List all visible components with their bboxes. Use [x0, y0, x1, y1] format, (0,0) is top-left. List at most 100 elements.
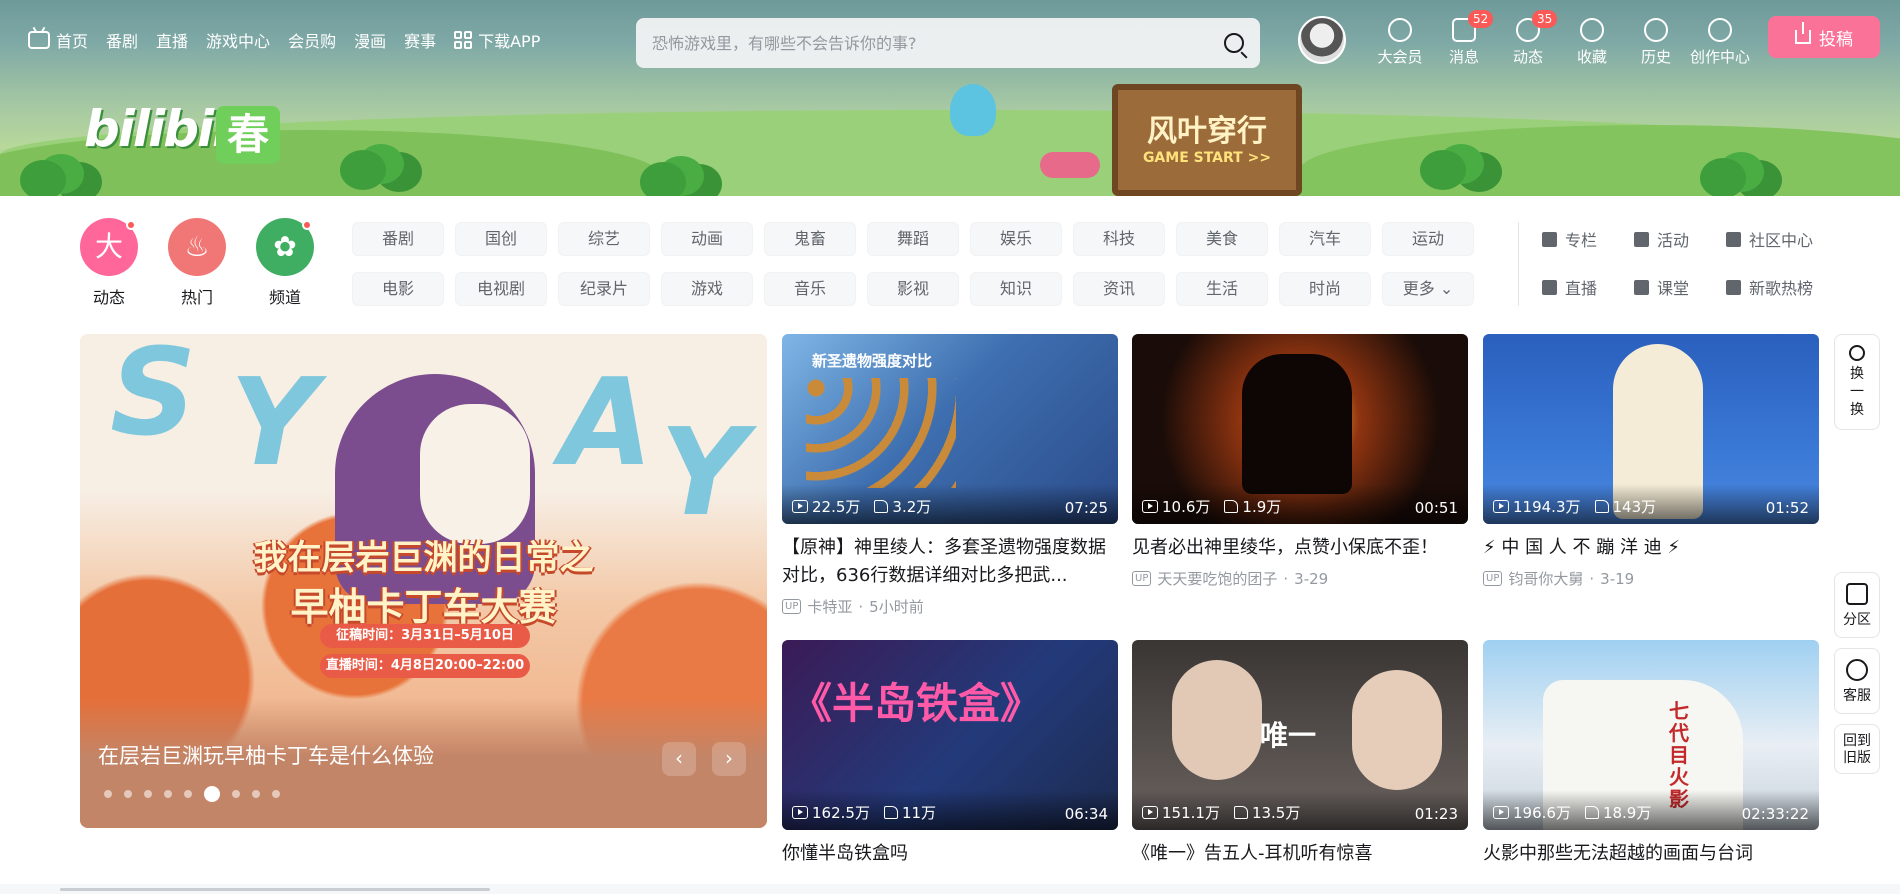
nav-home[interactable]: 首页 — [28, 28, 88, 52]
channel-tag[interactable]: 运动 — [1382, 222, 1474, 256]
channel-tag[interactable]: 动画 — [661, 222, 753, 256]
carousel-dot[interactable] — [184, 790, 192, 798]
carousel-dot[interactable] — [232, 790, 240, 798]
channel-channels[interactable]: ✿ 频道 — [256, 218, 314, 308]
link-live[interactable]: 直播 — [1542, 274, 1634, 300]
carousel-dot[interactable] — [144, 790, 152, 798]
channel-tag[interactable]: 娱乐 — [970, 222, 1062, 256]
channel-hot[interactable]: ♨ 热门 — [168, 218, 226, 308]
nav-messages[interactable]: 52 消息 — [1432, 10, 1496, 67]
thumbnail-graphic — [806, 378, 956, 488]
carousel-dot[interactable] — [204, 786, 220, 802]
carousel-next-button[interactable]: › — [712, 742, 746, 776]
channel-tag[interactable]: 电影 — [352, 272, 444, 306]
refresh-button[interactable]: 换一换 — [1834, 334, 1880, 430]
channel-tag[interactable]: 汽车 — [1279, 222, 1371, 256]
video-card[interactable]: 10.6万 1.9万 00:51 见者必出神里绫华，点赞小保底不歪！ UP 天天要… — [1132, 334, 1468, 589]
channel-tag[interactable]: 资讯 — [1073, 272, 1165, 306]
uploader-info[interactable]: UP 天天要吃饱的团子 · 3-29 — [1132, 568, 1468, 589]
channel-tag[interactable]: 音乐 — [764, 272, 856, 306]
more-channels-button[interactable]: 更多 ⌄ — [1382, 272, 1474, 306]
link-music-chart[interactable]: 新歌热榜 — [1726, 274, 1836, 300]
zone-button[interactable]: 分区 — [1834, 572, 1880, 638]
channel-tag[interactable]: 舞蹈 — [867, 222, 959, 256]
video-thumbnail[interactable]: 七代目火影 196.6万 18.9万 02:33:22 — [1483, 640, 1819, 830]
video-title[interactable]: 【原神】神里绫人：多套圣遗物强度数据对比，636行数据详细对比多把武... — [782, 534, 1118, 590]
video-card[interactable]: 1194.3万 143万 01:52 ⚡ 中 国 人 不 蹦 洋 迪 ⚡ UP 钧… — [1483, 334, 1819, 589]
channel-tag[interactable]: 生活 — [1176, 272, 1268, 306]
channel-tag[interactable]: 纪录片 — [558, 272, 650, 306]
thumbnail-graphic — [1352, 670, 1442, 790]
video-card[interactable]: 《半岛铁盒》 162.5万 11万 06:34 你懂半岛铁盒吗 — [782, 640, 1118, 868]
nav-game-center[interactable]: 游戏中心 — [206, 28, 270, 52]
video-card[interactable]: 七代目火影 196.6万 18.9万 02:33:22 火影中那些无法超越的画面… — [1483, 640, 1819, 868]
up-icon: UP — [1483, 571, 1503, 586]
video-card[interactable]: 新圣遗物强度对比 22.5万 3.2万 07:25 【原神】神里绫人：多套圣遗物… — [782, 334, 1118, 617]
carousel-dot[interactable] — [104, 790, 112, 798]
channel-tag[interactable]: 番剧 — [352, 222, 444, 256]
header-banner: bilibili 春 风叶穿行 GAME START >> 首页 番剧 直播 游… — [0, 0, 1900, 196]
star-icon — [1580, 18, 1604, 42]
channel-dynamic[interactable]: 大 动态 — [80, 218, 138, 308]
right-nav: 大会员 52 消息 35 动态 收藏 历史 创作中心 投稿 — [1298, 10, 1880, 67]
channel-tag[interactable]: 电视剧 — [455, 272, 547, 306]
nav-anime[interactable]: 番剧 — [106, 28, 138, 52]
nav-favorites[interactable]: 收藏 — [1560, 16, 1624, 67]
channel-tag[interactable]: 时尚 — [1279, 272, 1371, 306]
video-card[interactable]: 唯一 151.1万 13.5万 01:23 《唯一》告五人-耳机听有惊喜 — [1132, 640, 1468, 868]
customer-service-button[interactable]: 客服 — [1834, 648, 1880, 714]
game-start-sign[interactable]: 风叶穿行 GAME START >> — [1112, 84, 1302, 196]
carousel-dot[interactable] — [252, 790, 260, 798]
channel-tag[interactable]: 影视 — [867, 272, 959, 306]
featured-carousel[interactable]: S Y A Y 我在层岩巨渊的日常之 早柚卡丁车大赛 征稿时间：3月31日–5月… — [80, 334, 767, 828]
video-thumbnail[interactable]: 新圣遗物强度对比 22.5万 3.2万 07:25 — [782, 334, 1118, 524]
channel-tag[interactable]: 国创 — [455, 222, 547, 256]
channel-tag[interactable]: 游戏 — [661, 272, 753, 306]
upload-button[interactable]: 投稿 — [1768, 16, 1880, 58]
carousel-date-pill: 直播时间：4月8日20:00–22:00 — [320, 654, 530, 678]
video-thumbnail[interactable]: 10.6万 1.9万 00:51 — [1132, 334, 1468, 524]
video-title[interactable]: 火影中那些无法超越的画面与台词 — [1483, 840, 1819, 868]
nav-dynamic[interactable]: 35 动态 — [1496, 10, 1560, 67]
nav-vip[interactable]: 大会员 — [1368, 16, 1432, 67]
link-community[interactable]: 社区中心 — [1726, 226, 1836, 252]
search-input[interactable] — [652, 33, 1224, 53]
video-title[interactable]: ⚡ 中 国 人 不 蹦 洋 迪 ⚡ — [1483, 534, 1819, 562]
view-count: 162.5万 — [792, 802, 870, 823]
nav-history[interactable]: 历史 — [1624, 16, 1688, 67]
video-title[interactable]: 《唯一》告五人-耳机听有惊喜 — [1132, 840, 1468, 868]
channel-tag[interactable]: 知识 — [970, 272, 1062, 306]
carousel-title[interactable]: 在层岩巨渊玩早柚卡丁车是什么体验 — [98, 740, 434, 770]
search-icon[interactable] — [1224, 33, 1244, 53]
link-course[interactable]: 课堂 — [1634, 274, 1726, 300]
nav-live[interactable]: 直播 — [156, 28, 188, 52]
channel-tag[interactable]: 综艺 — [558, 222, 650, 256]
channel-tag[interactable]: 科技 — [1073, 222, 1165, 256]
carousel-dot[interactable] — [164, 790, 172, 798]
video-thumbnail[interactable]: 1194.3万 143万 01:52 — [1483, 334, 1819, 524]
video-thumbnail[interactable]: 《半岛铁盒》 162.5万 11万 06:34 — [782, 640, 1118, 830]
channel-tag[interactable]: 美食 — [1176, 222, 1268, 256]
nav-vip-shop[interactable]: 会员购 — [288, 28, 336, 52]
view-count: 1194.3万 — [1493, 496, 1581, 517]
link-activity[interactable]: 活动 — [1634, 226, 1726, 252]
nav-label: 收藏 — [1576, 48, 1607, 66]
nav-download-app[interactable]: 下载APP — [454, 28, 540, 52]
video-thumbnail[interactable]: 唯一 151.1万 13.5万 01:23 — [1132, 640, 1468, 830]
carousel-dot[interactable] — [124, 790, 132, 798]
scrollbar-thumb[interactable] — [60, 888, 490, 891]
uploader-info[interactable]: UP 卡特亚 · 5小时前 — [782, 596, 1118, 617]
uploader-info[interactable]: UP 钧哥你大舅 · 3-19 — [1483, 568, 1819, 589]
link-column[interactable]: 专栏 — [1542, 226, 1634, 252]
nav-manga[interactable]: 漫画 — [354, 28, 386, 52]
back-to-old-button[interactable]: 回到旧版 — [1834, 724, 1880, 774]
carousel-prev-button[interactable]: ‹ — [662, 742, 696, 776]
nav-creator-center[interactable]: 创作中心 — [1688, 16, 1752, 67]
video-title[interactable]: 你懂半岛铁盒吗 — [782, 840, 1118, 868]
channel-tag[interactable]: 鬼畜 — [764, 222, 856, 256]
channel-label: 热门 — [180, 288, 213, 307]
video-title[interactable]: 见者必出神里绫华，点赞小保底不歪！ — [1132, 534, 1468, 562]
carousel-dot[interactable] — [272, 790, 280, 798]
avatar[interactable] — [1298, 16, 1346, 64]
nav-esports[interactable]: 赛事 — [404, 28, 436, 52]
